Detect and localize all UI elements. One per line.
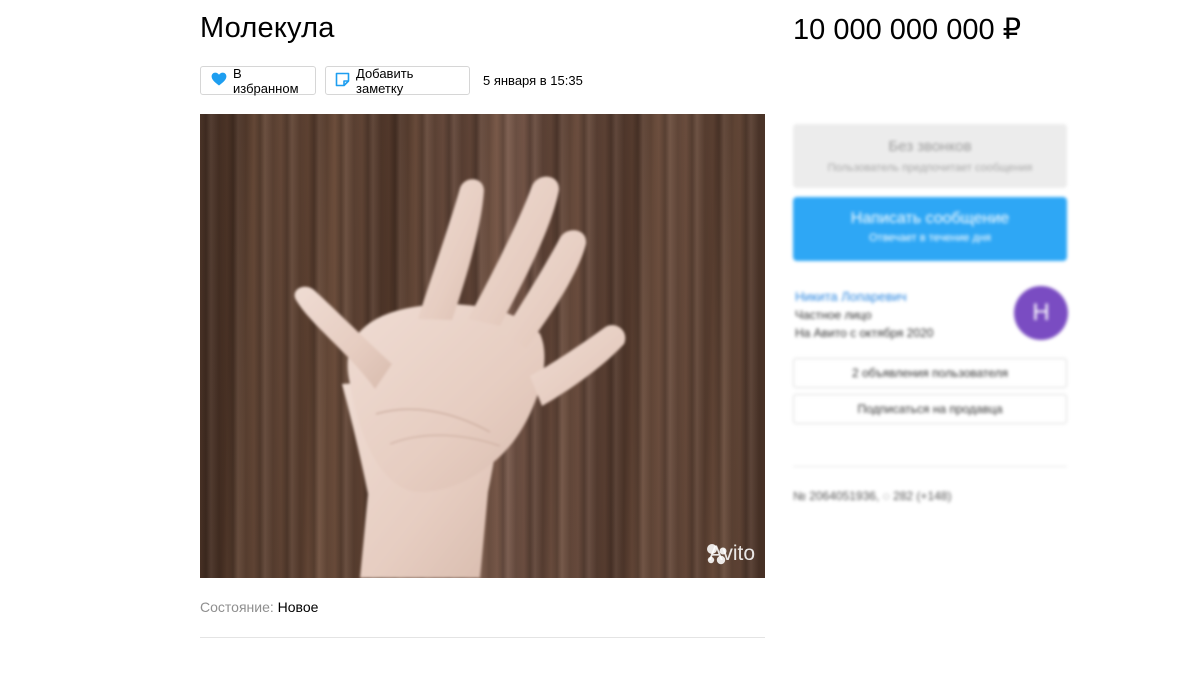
seller-ads-button[interactable]: 2 объявления пользователя bbox=[793, 358, 1067, 388]
no-calls-card: Без звонков Пользователь предпочитает со… bbox=[793, 124, 1067, 188]
condition-value: Новое bbox=[277, 599, 319, 615]
condition-row: Состояние: Новое bbox=[200, 599, 318, 615]
avatar[interactable]: Н bbox=[1014, 286, 1068, 340]
seller-name-link[interactable]: Никита Лопаревич bbox=[795, 289, 907, 304]
seller-type: Частное лицо bbox=[795, 308, 872, 322]
favorite-label: В избранном bbox=[233, 65, 299, 96]
write-message-button[interactable]: Написать сообщение Отвечает в течение дн… bbox=[793, 197, 1067, 261]
listing-title: Молекула bbox=[200, 12, 335, 44]
no-calls-title: Без звонков bbox=[888, 138, 972, 155]
favorite-button[interactable]: В избранном bbox=[200, 65, 316, 96]
content-divider bbox=[200, 637, 765, 638]
listing-date: 5 января в 15:35 bbox=[483, 73, 583, 88]
listing-price: 10 000 000 000 ₽ bbox=[793, 14, 1022, 46]
condition-label: Состояние: bbox=[200, 599, 274, 615]
write-message-subtitle: Отвечает в течение дня bbox=[868, 232, 992, 244]
no-calls-subtitle: Пользователь предпочитает сообщения bbox=[827, 162, 1033, 174]
heart-icon bbox=[211, 72, 227, 89]
listing-meta: № 2064051936, ◌ 282 (+148) bbox=[793, 489, 952, 503]
write-message-title: Написать сообщение bbox=[850, 210, 1010, 227]
avito-watermark: Avito bbox=[705, 542, 755, 566]
listing-actions: В избранном Добавить заметку 5 января в … bbox=[200, 65, 583, 96]
add-note-button[interactable]: Добавить заметку bbox=[325, 65, 470, 96]
note-icon bbox=[335, 72, 350, 90]
add-note-label: Добавить заметку bbox=[356, 65, 414, 96]
seller-info: Никита Лопаревич Частное лицо На Авито с… bbox=[793, 286, 1068, 346]
listing-photo[interactable]: Avito bbox=[200, 114, 765, 578]
sidebar-divider bbox=[793, 466, 1067, 467]
subscribe-seller-button[interactable]: Подписаться на продавца bbox=[793, 394, 1067, 424]
seller-since: На Авито с октября 2020 bbox=[795, 326, 934, 340]
hand-photo-image bbox=[294, 176, 626, 578]
